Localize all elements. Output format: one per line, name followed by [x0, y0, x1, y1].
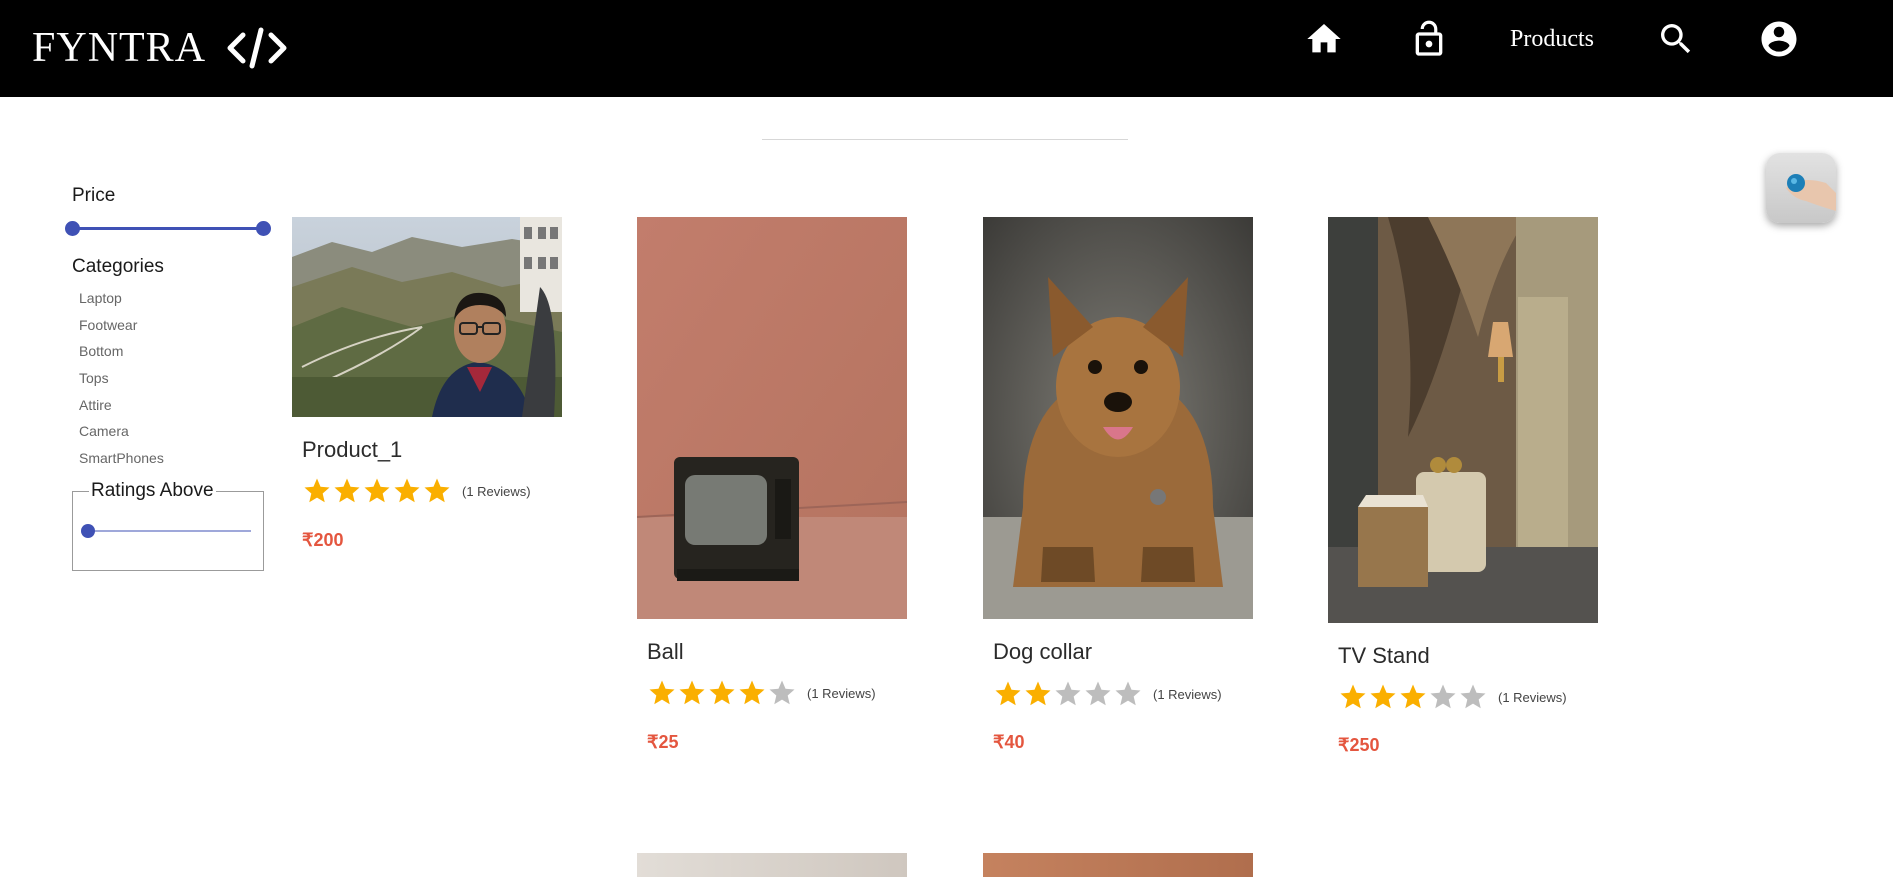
product-name: Product_1: [302, 437, 403, 462]
floating-assistant-button[interactable]: [1766, 153, 1836, 223]
review-count: (1 Reviews): [1498, 689, 1567, 705]
product-image: [983, 217, 1253, 619]
star-filled-icon: [1025, 681, 1051, 706]
category-tops[interactable]: Tops: [79, 369, 164, 396]
star-filled-icon: [304, 478, 330, 503]
nav-products-link[interactable]: Products: [1510, 26, 1594, 53]
price-filter-label: Price: [72, 185, 116, 206]
product-price: ₹25: [647, 732, 679, 752]
price-min-thumb[interactable]: [65, 221, 80, 236]
star-empty-icon: [1460, 684, 1486, 709]
ratings-slider[interactable]: [87, 530, 251, 532]
ratings-fieldset: Ratings Above: [72, 480, 264, 571]
product-rating: (1 Reviews): [993, 679, 1222, 709]
star-filled-icon: [424, 478, 450, 503]
ratings-slider-thumb[interactable]: [81, 524, 95, 538]
product-image-partial[interactable]: [983, 853, 1253, 877]
star-filled-icon: [709, 680, 735, 705]
product-card[interactable]: Product_1 (1 Reviews) ₹200: [292, 217, 562, 557]
filter-sidebar: Price Categories Laptop Footwear Bottom …: [65, 185, 272, 571]
star-filled-icon: [364, 478, 390, 503]
category-bottom[interactable]: Bottom: [79, 342, 164, 369]
price-range-slider[interactable]: [72, 227, 264, 230]
star-rating: [993, 679, 1143, 709]
product-card[interactable]: TV Stand (1 Reviews) ₹250: [1328, 217, 1598, 762]
category-smartphones[interactable]: SmartPhones: [79, 449, 164, 476]
review-count: (1 Reviews): [807, 685, 876, 701]
code-brackets-icon: [226, 25, 288, 71]
product-rating: (1 Reviews): [647, 678, 876, 708]
product-name: TV Stand: [1338, 643, 1430, 668]
star-filled-icon: [1400, 684, 1426, 709]
star-empty-icon: [1055, 681, 1081, 706]
category-camera[interactable]: Camera: [79, 422, 164, 449]
category-attire[interactable]: Attire: [79, 396, 164, 423]
product-image: [292, 217, 562, 417]
product-card[interactable]: Ball (1 Reviews) ₹25: [637, 217, 907, 757]
category-footwear[interactable]: Footwear: [79, 316, 164, 343]
star-filled-icon: [334, 478, 360, 503]
star-filled-icon: [739, 680, 765, 705]
star-filled-icon: [1370, 684, 1396, 709]
star-rating: [302, 476, 452, 506]
price-max-thumb[interactable]: [256, 221, 271, 236]
product-image-partial[interactable]: [637, 853, 907, 877]
review-count: (1 Reviews): [1153, 686, 1222, 702]
star-filled-icon: [679, 680, 705, 705]
top-navbar: FYNTRA Products: [0, 0, 1893, 97]
home-icon[interactable]: [1303, 18, 1345, 60]
star-filled-icon: [649, 680, 675, 705]
product-price: ₹250: [1338, 735, 1380, 755]
star-empty-icon: [769, 680, 795, 705]
brand-logo[interactable]: FYNTRA: [32, 24, 288, 72]
star-empty-icon: [1430, 684, 1456, 709]
brand-name: FYNTRA: [32, 25, 207, 71]
star-empty-icon: [1115, 681, 1141, 706]
categories-label: Categories: [72, 256, 164, 277]
product-name: Ball: [647, 639, 684, 664]
product-image: [637, 217, 907, 619]
search-icon[interactable]: [1655, 18, 1697, 60]
review-count: (1 Reviews): [462, 483, 531, 499]
ratings-above-label: Ratings Above: [89, 480, 216, 502]
category-list: Laptop Footwear Bottom Tops Attire Camer…: [79, 289, 164, 476]
product-card[interactable]: Dog collar (1 Reviews) ₹40: [983, 217, 1253, 757]
category-laptop[interactable]: Laptop: [79, 289, 164, 316]
star-rating: [647, 678, 797, 708]
product-rating: (1 Reviews): [302, 476, 531, 506]
star-rating: [1338, 682, 1488, 712]
product-rating: (1 Reviews): [1338, 682, 1567, 712]
account-circle-icon[interactable]: [1758, 18, 1800, 60]
star-filled-icon: [995, 681, 1021, 706]
lock-open-icon[interactable]: [1408, 18, 1450, 60]
product-image: [1328, 217, 1598, 623]
star-empty-icon: [1085, 681, 1111, 706]
product-price: ₹40: [993, 732, 1025, 752]
product-price: ₹200: [302, 530, 344, 550]
star-filled-icon: [394, 478, 420, 503]
product-name: Dog collar: [993, 639, 1093, 664]
star-filled-icon: [1340, 684, 1366, 709]
heading-divider: [762, 139, 1128, 140]
